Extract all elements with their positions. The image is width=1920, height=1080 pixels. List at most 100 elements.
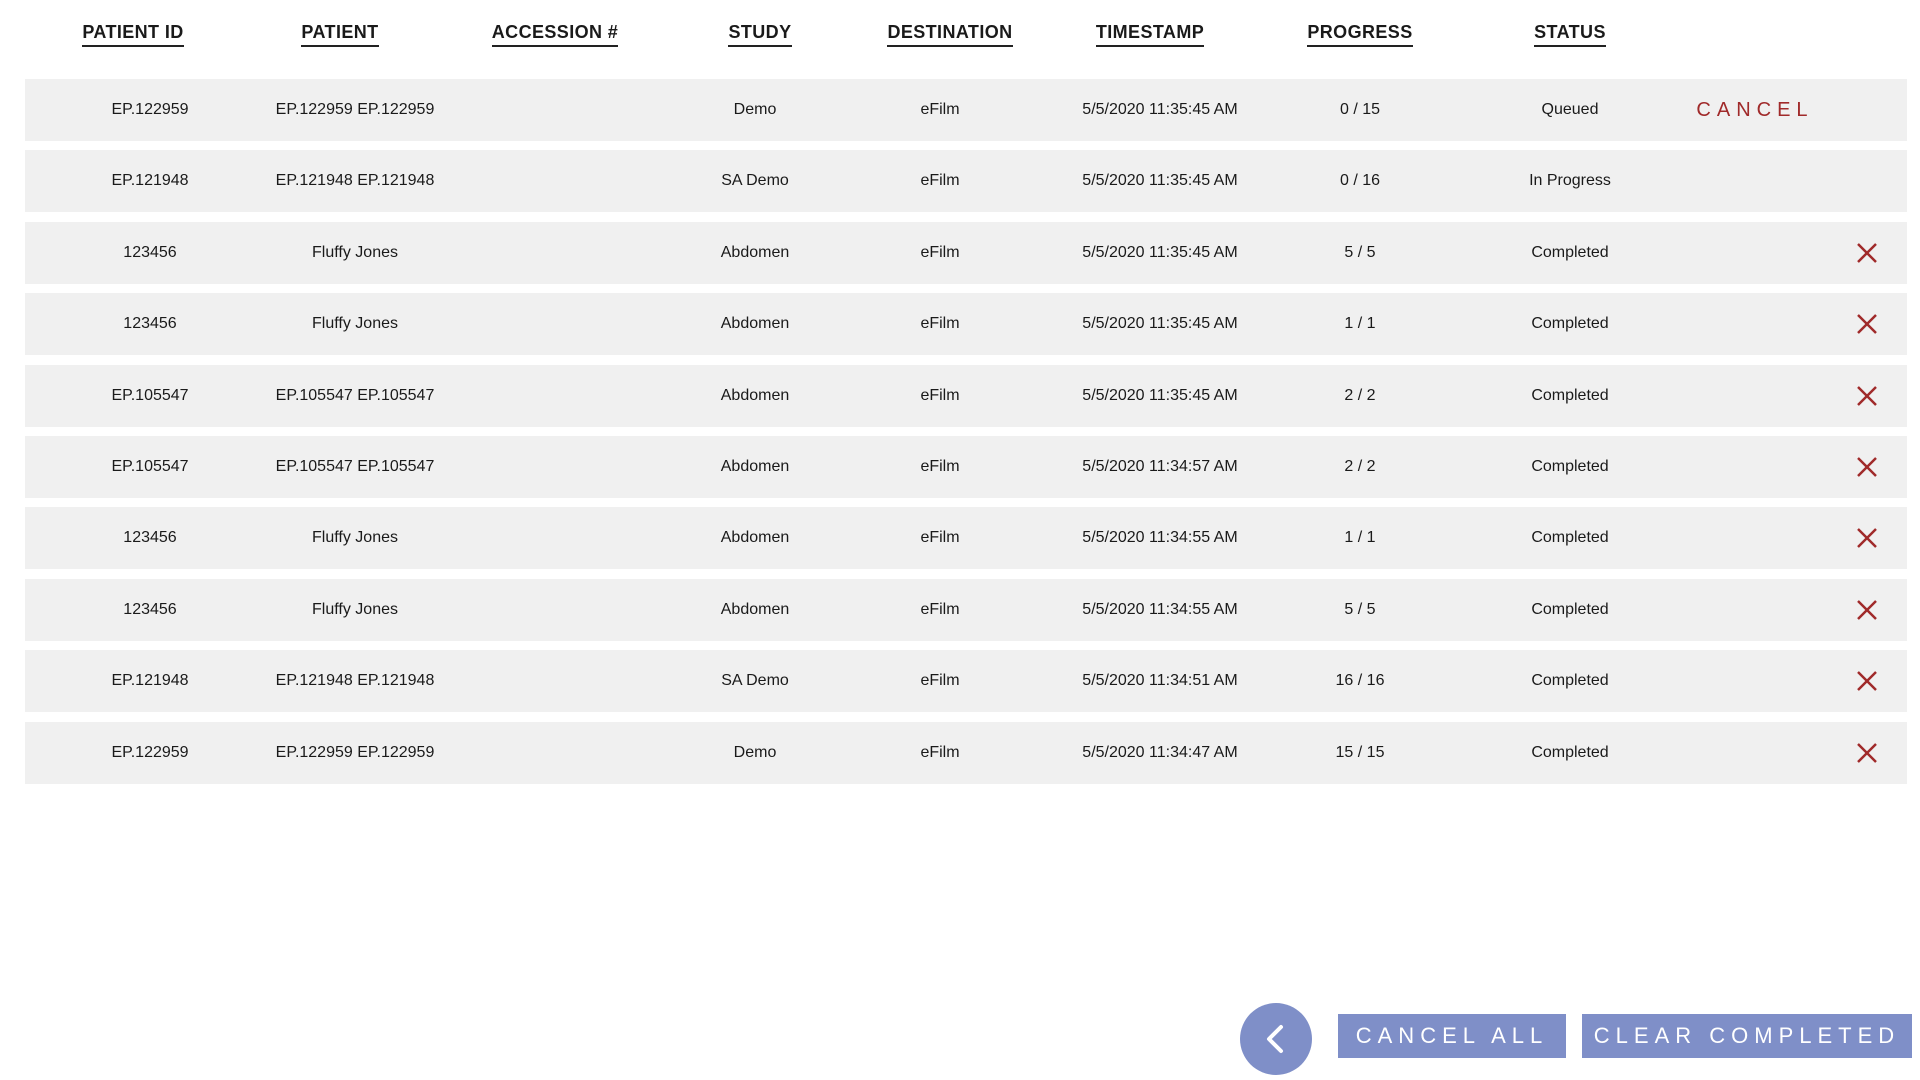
close-icon	[1857, 671, 1877, 692]
patient-id-cell: EP.121948	[111, 672, 189, 690]
close-icon	[1857, 242, 1877, 263]
timestamp-cell: 5/5/2020 11:34:55 AM	[1082, 600, 1238, 618]
patient-id-cell: EP.105547	[111, 386, 189, 404]
patient-id-cell: 123456	[123, 243, 177, 261]
destination-cell: eFilm	[920, 743, 960, 761]
status-cell: In Progress	[1529, 172, 1611, 190]
header-patient[interactable]: PATIENT	[275, 22, 405, 47]
clear-completed-button[interactable]: CLEAR COMPLETED	[1582, 1014, 1912, 1058]
status-cell: Queued	[1541, 101, 1599, 118]
table-row: EP.121948 EP.121948 EP.121948 SA Demo eFilm…	[25, 650, 1907, 713]
accession-cell	[475, 436, 655, 498]
patient-cell: EP.121948 EP.121948	[275, 172, 435, 190]
patient-id-cell: 123456	[123, 315, 177, 333]
table-row: EP.121948 EP.121948 EP.121948 SA Demo eFilm…	[25, 150, 1907, 213]
patient-cell: EP.121948 EP.121948	[275, 672, 435, 690]
destination-cell: eFilm	[920, 243, 960, 261]
progress-cell: 0 / 16	[1339, 172, 1381, 190]
patient-cell: Fluffy Jones	[312, 529, 398, 547]
progress-cell: 0 / 15	[1339, 101, 1381, 118]
progress-cell: 2 / 2	[1344, 386, 1376, 404]
page: PATIENT ID PATIENT ACCESSION # STUDY DES…	[0, 0, 1920, 1080]
remove-row-button[interactable]	[1849, 507, 1885, 569]
table-row: 123456 Fluffy Jones Abdomen eFilm 5/5/2020 1…	[25, 293, 1907, 356]
destination-cell: eFilm	[920, 458, 960, 475]
header-progress[interactable]: PROGRESS	[1275, 22, 1445, 47]
remove-row-button[interactable]	[1849, 293, 1885, 355]
accession-cell	[475, 222, 655, 284]
accession-cell	[475, 365, 655, 427]
accession-cell	[475, 293, 655, 355]
study-cell: Abdomen	[720, 529, 790, 547]
header-destination[interactable]: DESTINATION	[865, 22, 1035, 47]
destination-cell: eFilm	[920, 386, 960, 404]
progress-cell: 1 / 1	[1344, 529, 1376, 547]
table-row: EP.122959 EP.122959 EP.122959 Demo eFilm 5/5…	[25, 721, 1907, 784]
destination-cell: eFilm	[920, 172, 960, 190]
patient-cell: Fluffy Jones	[312, 315, 398, 333]
status-cell: Completed	[1531, 458, 1609, 475]
progress-cell: 5 / 5	[1344, 600, 1376, 618]
study-cell: Abdomen	[720, 458, 790, 475]
accession-cell	[475, 650, 655, 712]
status-cell: Completed	[1531, 529, 1609, 547]
timestamp-cell: 5/5/2020 11:35:45 AM	[1082, 172, 1238, 190]
header-timestamp[interactable]: TIMESTAMP	[1065, 22, 1235, 47]
cancel-all-button[interactable]: CANCEL ALL	[1338, 1014, 1566, 1058]
accession-cell	[475, 722, 655, 784]
destination-cell: eFilm	[920, 600, 960, 618]
close-icon	[1857, 742, 1877, 763]
study-cell: Abdomen	[720, 243, 790, 261]
remove-row-button[interactable]	[1849, 650, 1885, 712]
header-patient-id[interactable]: PATIENT ID	[63, 22, 203, 47]
patient-cell: EP.122959 EP.122959	[275, 101, 435, 118]
progress-cell: 5 / 5	[1344, 243, 1376, 261]
timestamp-cell: 5/5/2020 11:34:57 AM	[1082, 458, 1238, 475]
accession-cell	[475, 579, 655, 641]
accession-cell	[475, 150, 655, 212]
close-icon	[1857, 528, 1877, 549]
timestamp-cell: 5/5/2020 11:35:45 AM	[1082, 101, 1238, 118]
progress-cell: 2 / 2	[1344, 458, 1376, 475]
status-cell: Completed	[1531, 315, 1609, 333]
timestamp-cell: 5/5/2020 11:35:45 AM	[1082, 315, 1238, 333]
accession-cell	[475, 79, 655, 141]
cancel-job-button[interactable]: CANCEL	[1665, 79, 1845, 141]
timestamp-cell: 5/5/2020 11:35:45 AM	[1082, 386, 1238, 404]
remove-row-button[interactable]	[1849, 722, 1885, 784]
close-icon	[1857, 314, 1877, 335]
study-cell: Abdomen	[720, 386, 790, 404]
status-cell: Completed	[1531, 672, 1609, 690]
status-cell: Completed	[1531, 386, 1609, 404]
destination-cell: eFilm	[920, 672, 960, 690]
remove-row-button[interactable]	[1849, 436, 1885, 498]
study-cell: Demo	[733, 101, 777, 118]
table-row: EP.105547 EP.105547 EP.105547 Abdomen eFilm…	[25, 436, 1907, 498]
study-cell: SA Demo	[721, 672, 789, 690]
study-cell: Abdomen	[720, 315, 790, 333]
destination-cell: eFilm	[920, 529, 960, 547]
table-row: EP.122959 EP.122959 EP.122959 Demo eFilm 5/5…	[25, 79, 1907, 141]
timestamp-cell: 5/5/2020 11:34:55 AM	[1082, 529, 1238, 547]
destination-cell: eFilm	[920, 315, 960, 333]
timestamp-cell: 5/5/2020 11:35:45 AM	[1082, 243, 1238, 261]
patient-id-cell: EP.122959	[111, 743, 189, 761]
back-button[interactable]	[1240, 1003, 1312, 1075]
header-accession[interactable]: ACCESSION #	[465, 22, 645, 47]
patient-cell: EP.105547 EP.105547	[275, 458, 435, 475]
progress-cell: 1 / 1	[1344, 315, 1376, 333]
table-row: 123456 Fluffy Jones Abdomen eFilm 5/5/2020 1…	[25, 221, 1907, 284]
study-cell: Abdomen	[720, 600, 790, 618]
status-cell: Completed	[1531, 743, 1609, 761]
timestamp-cell: 5/5/2020 11:34:47 AM	[1082, 743, 1238, 761]
remove-row-button[interactable]	[1849, 222, 1885, 284]
table-row: 123456 Fluffy Jones Abdomen eFilm 5/5/2020 1…	[25, 578, 1907, 641]
header-status[interactable]: STATUS	[1485, 22, 1655, 47]
remove-row-button[interactable]	[1849, 365, 1885, 427]
chevron-left-icon	[1267, 1025, 1283, 1053]
patient-id-cell: EP.122959	[111, 101, 189, 118]
timestamp-cell: 5/5/2020 11:34:51 AM	[1082, 672, 1238, 690]
header-study[interactable]: STUDY	[685, 22, 835, 47]
patient-id-cell: 123456	[123, 600, 177, 618]
remove-row-button[interactable]	[1849, 579, 1885, 641]
